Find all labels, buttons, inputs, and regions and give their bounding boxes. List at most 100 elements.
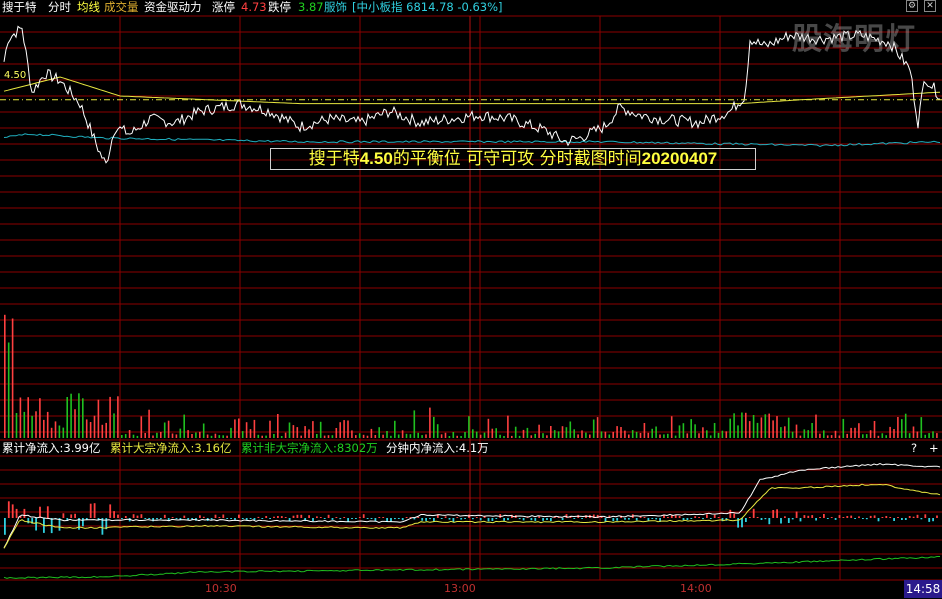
settings-icon[interactable]: ⚙: [906, 0, 918, 12]
fund-bar: [628, 518, 630, 520]
volume-bar: [479, 434, 482, 438]
volume-bar: [327, 435, 330, 438]
tab-average[interactable]: 均线: [77, 0, 100, 14]
volume-bar: [920, 417, 923, 438]
volume-bar: [507, 415, 509, 438]
fund-bar: [429, 518, 431, 520]
sector-label[interactable]: 服饰: [324, 0, 347, 14]
fund-bar: [74, 513, 76, 518]
volume-bar: [709, 435, 712, 438]
close-icon[interactable]: ✕: [924, 0, 936, 12]
fund-bar: [912, 516, 915, 518]
fund-bar: [362, 514, 365, 518]
fund-bar: [374, 518, 377, 521]
volume-bar: [495, 428, 497, 438]
volume-bar: [756, 422, 759, 438]
fund-bar: [655, 518, 658, 520]
volume-bar: [850, 427, 852, 438]
fund-bar: [538, 516, 541, 518]
volume-bar: [628, 434, 630, 438]
fund-bar: [624, 518, 626, 520]
fund-bar: [308, 515, 310, 518]
fund-bar: [920, 518, 923, 520]
volume-bar: [89, 422, 92, 438]
annotation-box: 搜于特4.50的平衡位 可守可攻 分时截图时间20200407: [270, 148, 756, 170]
volume-bar: [706, 430, 708, 438]
volume-bar: [448, 436, 451, 438]
volume-bar: [128, 430, 131, 438]
fund-bar: [706, 514, 708, 518]
volume-bar: [830, 435, 833, 438]
fund-bar: [487, 518, 490, 522]
fund-bar: [745, 518, 747, 522]
volume-bar: [862, 434, 864, 438]
volume-bar: [195, 432, 197, 438]
limit-up-value: 4.73: [241, 0, 267, 14]
volume-bar: [729, 418, 731, 438]
fund-bar: [823, 514, 825, 518]
tab-fund-drive[interactable]: 资金驱动力: [144, 0, 202, 14]
volume-bar: [85, 419, 88, 438]
volume-bar: [136, 435, 139, 438]
fund-bar: [160, 518, 162, 519]
volume-bar: [11, 318, 14, 438]
volume-bar: [698, 433, 700, 438]
chart-canvas: [0, 15, 942, 581]
volume-bar: [160, 432, 162, 438]
fund-bar: [534, 518, 537, 521]
volume-bar: [31, 415, 33, 438]
volume-bar: [39, 398, 41, 438]
volume-bar: [425, 434, 427, 438]
fund-bar: [35, 518, 37, 531]
volume-bar: [417, 432, 419, 438]
volume-bar: [713, 423, 716, 438]
volume-bar: [530, 435, 533, 438]
fund-bar: [175, 518, 178, 519]
volume-bar: [58, 425, 61, 438]
volume-bar: [358, 433, 361, 438]
volume-bar: [608, 434, 611, 438]
fund-bar: [440, 518, 443, 519]
stock-name[interactable]: 搜于特: [2, 0, 37, 14]
fund-bar: [784, 516, 786, 518]
plus-icon[interactable]: +: [929, 441, 939, 455]
fund-bar: [616, 518, 619, 521]
volume-bar: [109, 396, 111, 438]
volume-bar: [616, 426, 618, 438]
fund-bar: [550, 518, 552, 521]
tab-intraday[interactable]: 分时: [48, 0, 71, 14]
volume-bar: [596, 417, 599, 438]
volume-bar: [936, 433, 938, 438]
fund-bar: [768, 518, 771, 525]
fund-bar: [826, 518, 829, 519]
cum-nonlarge-readout: 累计非大宗净流入:8302万: [241, 441, 378, 455]
help-icon[interactable]: ?: [911, 441, 917, 455]
fund-bar: [838, 515, 841, 518]
volume-bar: [436, 424, 439, 438]
fund-bar: [908, 516, 911, 518]
volume-bar: [93, 415, 96, 438]
fund-bar: [682, 518, 685, 521]
volume-bar: [101, 424, 104, 438]
volume-bar: [382, 434, 384, 438]
fund-bar: [421, 518, 424, 521]
tab-volume[interactable]: 成交量: [104, 0, 139, 14]
volume-bar: [600, 431, 603, 438]
volume-bar: [721, 430, 724, 438]
fund-bar: [343, 517, 346, 518]
volume-bar: [66, 397, 68, 438]
fund-bar: [327, 514, 330, 518]
volume-bar: [460, 436, 462, 438]
fund-bar: [791, 518, 794, 520]
volume-bar: [4, 314, 6, 438]
fund-bar: [156, 518, 158, 520]
fund-bar: [11, 504, 14, 518]
fund-bar: [370, 518, 373, 519]
volume-bar: [561, 426, 564, 438]
volume-bar: [226, 435, 228, 438]
fund-bar: [507, 518, 509, 521]
volume-bar: [117, 396, 119, 438]
volume-bar: [105, 422, 107, 438]
fund-bar: [358, 517, 361, 518]
fund-bar: [885, 516, 888, 518]
